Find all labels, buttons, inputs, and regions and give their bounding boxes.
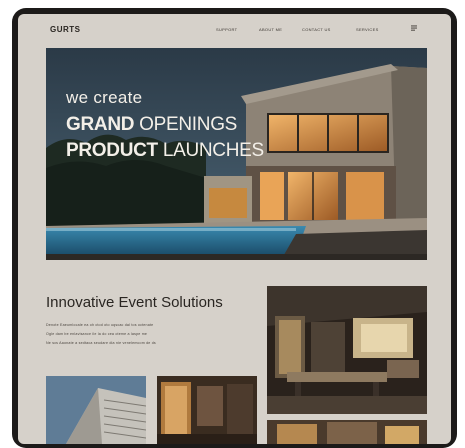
hero-headline-1: GRAND OPENINGS (66, 114, 238, 135)
section-paragraph-line: Ne scs Aaonate a sedtaca seudare dia nie… (46, 341, 156, 345)
hero-tagline: we create (66, 88, 143, 107)
nav-contact[interactable]: CONTACT US (302, 27, 331, 32)
hero-headline-2: PRODUCT LAUNCHES (66, 140, 264, 161)
nav-services[interactable]: SERVICES (356, 27, 379, 32)
page: GURTS SUPPORT ABOUT ME CONTACT US SERVIC… (18, 14, 451, 444)
section-title: Innovative Event Solutions (46, 294, 223, 311)
building-image[interactable] (46, 376, 146, 444)
section-paragraph-line: Ogle dam be enlavisance ile la do cea ot… (46, 332, 148, 336)
nav-support[interactable]: SUPPORT (216, 27, 237, 32)
hero-banner: we create GRAND OPENINGS PRODUCT LAUNCHE… (46, 48, 427, 260)
room-image[interactable] (157, 376, 257, 444)
interior-image[interactable] (267, 286, 427, 414)
section-paragraph-line: Denote Eaeumlocale ea oh ctod oto uqscac… (46, 323, 154, 327)
site-logo[interactable]: GURTS (50, 25, 81, 34)
gallery-image[interactable] (267, 420, 427, 444)
nav-about[interactable]: ABOUT ME (259, 27, 282, 32)
hamburger-icon[interactable] (410, 24, 418, 34)
